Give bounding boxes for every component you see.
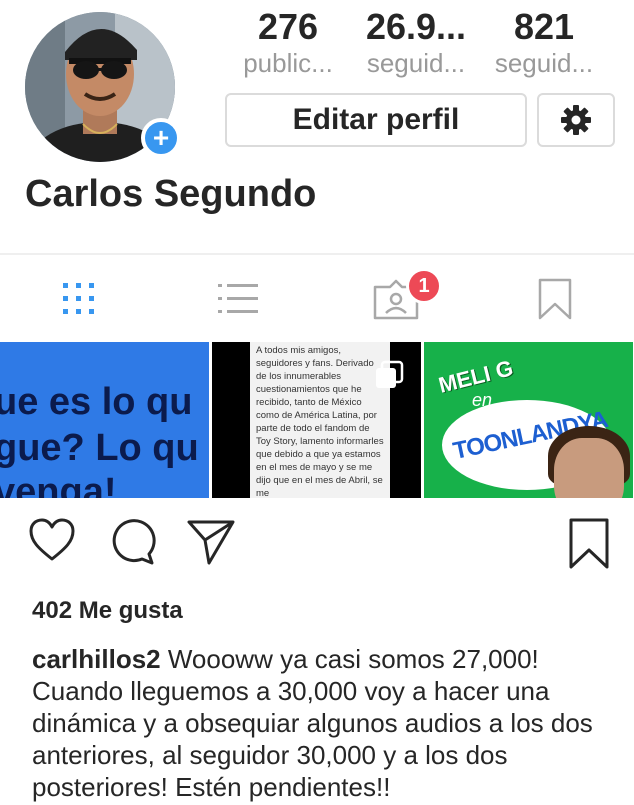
grid-thumbnail[interactable]: MELI G en TOONLANDYA — [424, 342, 633, 498]
thumbnail-text-line: ue es lo qu — [0, 381, 193, 423]
multi-photo-icon — [376, 360, 404, 388]
stat-followers[interactable]: 26.9... seguid... — [352, 6, 480, 78]
tagged-notification-badge: 1 — [406, 268, 442, 304]
post-actions — [0, 518, 634, 574]
stat-following[interactable]: 821 seguid... — [480, 6, 608, 78]
settings-button[interactable] — [537, 93, 615, 147]
grid-thumbnail[interactable]: A todos mis amigos, seguidores y fans. D… — [212, 342, 421, 498]
stat-followers-label: seguid... — [366, 48, 466, 78]
share-icon[interactable] — [186, 518, 236, 566]
stat-posts-count: 276 — [257, 6, 319, 47]
caption-username[interactable]: carlhillos2 — [32, 644, 161, 674]
thumbnail-face — [554, 438, 624, 498]
tab-list[interactable] — [159, 256, 318, 342]
gear-icon — [561, 105, 591, 135]
divider — [0, 253, 634, 255]
save-icon[interactable] — [568, 518, 610, 570]
heart-icon[interactable] — [28, 518, 76, 562]
stat-following-label: seguid... — [494, 48, 594, 78]
thumbnail-text: A todos mis amigos, seguidores y fans. D… — [256, 345, 384, 498]
stat-posts-label: public... — [243, 48, 333, 78]
stat-following-count: 821 — [513, 6, 575, 47]
grid-thumbnail[interactable]: ue es lo qu gue? Lo qu venga! — [0, 342, 209, 498]
thumbnail-text-line: gue? Lo qu — [0, 427, 199, 469]
likes-count[interactable]: 402 Me gusta — [32, 597, 183, 625]
profile-name: Carlos Segundo — [25, 173, 317, 215]
stat-followers-count: 26.9... — [365, 6, 467, 47]
photo-grid: ue es lo qu gue? Lo qu venga! A todos mi… — [0, 342, 634, 498]
tab-tagged[interactable]: 1 — [317, 256, 476, 342]
grid-icon — [63, 283, 95, 314]
list-icon — [217, 284, 258, 313]
tab-saved[interactable] — [476, 256, 634, 342]
bookmark-icon — [538, 278, 571, 320]
profile-tabs: 1 — [0, 256, 634, 342]
profile-stats: 276 public... 26.9... seguid... 821 segu… — [224, 6, 624, 78]
thumbnail-text-line: venga! — [0, 471, 117, 498]
tab-grid[interactable] — [0, 256, 159, 342]
thumbnail-subtitle: en — [472, 390, 493, 410]
stat-posts[interactable]: 276 public... — [224, 6, 352, 78]
comment-icon[interactable] — [108, 518, 156, 566]
thumbnail-paper: A todos mis amigos, seguidores y fans. D… — [250, 342, 390, 498]
add-story-button[interactable]: + — [141, 118, 181, 158]
edit-profile-button[interactable]: Editar perfil — [225, 93, 527, 147]
post-caption: carlhillos2 Woooww ya casi somos 27,000!… — [32, 643, 622, 803]
